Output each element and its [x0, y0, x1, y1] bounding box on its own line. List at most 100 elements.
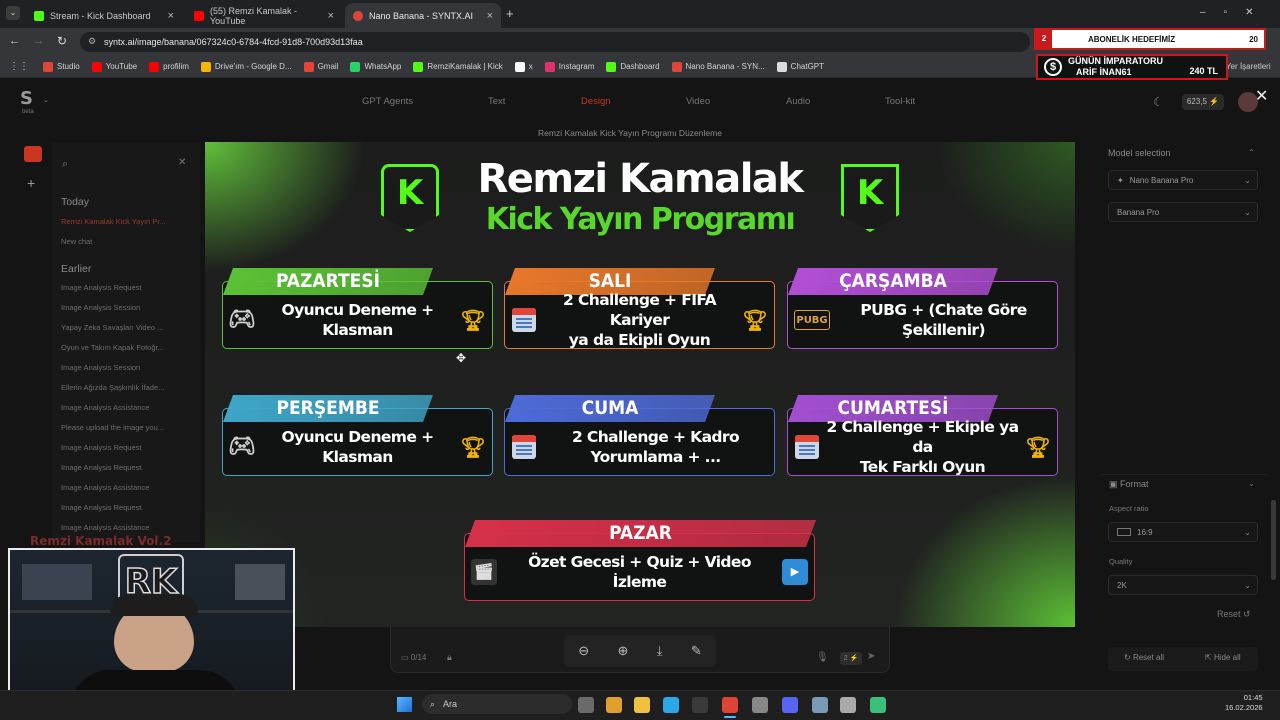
close-icon[interactable]: × [168, 10, 174, 22]
tab-title: Stream - Kick Dashboard [50, 10, 151, 21]
reload-icon[interactable]: ↻ [57, 34, 67, 48]
zoom-in-icon[interactable]: ⊕ [617, 643, 628, 659]
quality-select[interactable]: 2K ⌄ [1108, 575, 1258, 595]
reset-all-button[interactable]: ↻ Reset all [1124, 653, 1164, 662]
clock[interactable]: 01:45 16.02.2026 [1225, 693, 1263, 713]
store-icon[interactable] [692, 697, 708, 713]
history-item[interactable]: Image Analysis Request [61, 503, 141, 512]
edge-icon[interactable] [663, 697, 679, 713]
bookmark-item[interactable]: Instagram [544, 61, 594, 72]
theme-toggle-icon[interactable]: ☾ [1153, 95, 1164, 109]
history-item[interactable]: Image Analysis Assistance [61, 523, 149, 532]
bookmarks-folder[interactable]: Yer İşaretleri [1226, 62, 1271, 71]
notepad-icon[interactable] [870, 697, 886, 713]
mic-icon[interactable]: 🎙︎ [816, 652, 829, 663]
bookmark-item[interactable]: x [514, 61, 533, 72]
chevron-up-icon[interactable]: ⌃ [1248, 148, 1255, 157]
history-item[interactable]: Image Analysis Assistance [61, 483, 149, 492]
bookmark-item[interactable]: Drive'ım - Google D... [200, 61, 292, 72]
add-icon[interactable]: + [27, 175, 35, 191]
nav-item[interactable]: Video [686, 96, 710, 107]
edit-icon[interactable]: ✎ [691, 643, 702, 659]
syntx-logo[interactable]: S [20, 88, 40, 109]
history-item[interactable]: New chat [61, 237, 92, 246]
history-item[interactable]: Image Analysis Request [61, 463, 141, 472]
close-icon[interactable]: ✕ [1255, 86, 1268, 106]
tab-youtube[interactable]: (55) Remzi Kamalak - YouTube × [186, 3, 342, 28]
reset-button[interactable]: Reset ↺ [1217, 609, 1251, 620]
close-icon[interactable]: ✕ [178, 157, 186, 168]
nav-item[interactable]: Audio [786, 96, 810, 107]
bookmark-item[interactable]: ChatGPT [776, 61, 824, 72]
tab-list-button[interactable]: ⌄ [6, 6, 20, 20]
media-player-icon[interactable] [840, 697, 856, 713]
hide-all-button[interactable]: ⇱ Hide all [1205, 653, 1241, 662]
chevron-down-icon[interactable]: ⌄ [1248, 479, 1255, 488]
taskbar-search[interactable]: ⌕ Ara [422, 694, 572, 714]
window-controls[interactable]: –▫✕ [1200, 7, 1272, 18]
chevron-down-icon[interactable]: ⌄ [43, 96, 49, 104]
day-program: 2 Challenge + Kadro Yorumlama + ... [571, 428, 740, 466]
model-value: Nano Banana Pro [1129, 175, 1194, 185]
nav-item[interactable]: Design [581, 96, 611, 107]
windows-start-icon[interactable] [397, 697, 412, 712]
history-item-active[interactable]: Remzi Kamalak Kick Yayın Pr... [61, 217, 166, 226]
aspect-ratio-select[interactable]: 16:9 ⌄ [1108, 522, 1258, 542]
model-variant-select[interactable]: Banana Pro ⌄ [1108, 202, 1258, 222]
history-item[interactable]: Yapay Zeka Savaşları Video ... [61, 323, 163, 332]
history-item[interactable]: Oyun ve Takım Kapak Fotoğr... [61, 343, 164, 352]
model-variant-value: Banana Pro [1117, 207, 1160, 217]
lock-icon[interactable]: 🔒︎ [447, 652, 452, 663]
app-icon[interactable] [812, 697, 828, 713]
discord-icon[interactable] [782, 697, 798, 713]
zoom-out-icon[interactable]: ⊖ [578, 643, 589, 659]
attach-counter[interactable]: ▭ 0/14 [401, 653, 426, 662]
search-icon[interactable]: ⌕ [62, 158, 68, 171]
model-select[interactable]: ✦ Nano Banana Pro ⌄ [1108, 170, 1258, 190]
tab-kick-dashboard[interactable]: Stream - Kick Dashboard × [26, 3, 182, 28]
tab-nano-banana[interactable]: Nano Banana - SYNTX.AI × [345, 3, 501, 28]
generated-image[interactable]: K K Remzi Kamalak Kick Yayın Programı PA… [205, 142, 1075, 627]
close-icon[interactable]: × [487, 10, 493, 22]
chrome-icon[interactable] [722, 697, 738, 713]
chat-icon[interactable] [24, 146, 42, 162]
history-item[interactable]: Please upload the image you... [61, 423, 164, 432]
history-item[interactable]: Ellerin Ağızda Şaşkınlık İfade... [61, 383, 164, 392]
history-item[interactable]: Image Analysis Session [61, 363, 140, 372]
bookmark-item[interactable]: YouTube [91, 61, 137, 72]
task-view-icon[interactable] [578, 697, 594, 713]
bookmark-label: Nano Banana - SYN... [685, 62, 765, 71]
bookmark-item[interactable]: RemziKamalak | Kick [413, 61, 503, 72]
back-icon[interactable]: ← [9, 35, 20, 47]
forward-icon[interactable]: → [33, 35, 44, 47]
bookmark-item[interactable]: Dashboard [606, 61, 660, 72]
site-settings-icon[interactable]: ⚙ [88, 36, 96, 47]
download-icon[interactable]: ⤓ [657, 643, 663, 659]
nav-item[interactable]: GPT Agents [362, 96, 413, 107]
send-icon[interactable]: ➤ [867, 651, 875, 662]
widgets-icon[interactable] [606, 697, 622, 713]
file-explorer-icon[interactable] [634, 697, 650, 713]
address-bar[interactable]: ⚙ syntx.ai/image/banana/067324c0-6784-4f… [80, 32, 1030, 52]
bookmark-item[interactable]: profilim [149, 61, 189, 72]
aspect-ratio-label: Aspect ratio [1109, 504, 1149, 513]
nav-item[interactable]: Text [488, 96, 505, 107]
balance-badge[interactable]: 623,5 ⚡ [1182, 94, 1224, 110]
new-tab-button[interactable]: + [506, 6, 514, 21]
scrollbar[interactable] [1271, 500, 1276, 580]
history-item[interactable]: Image Analysis Request [61, 283, 141, 292]
apps-grid-icon[interactable]: ⋮⋮ [9, 61, 29, 72]
history-item[interactable]: Image Analysis Request [61, 443, 141, 452]
streamer-hair [110, 594, 198, 616]
history-item[interactable]: Image Analysis Session [61, 303, 140, 312]
steam-icon[interactable] [752, 697, 768, 713]
history-item[interactable]: Image Analysis Assistance [61, 403, 149, 412]
sparkle-icon: ✦ [1117, 175, 1124, 185]
close-icon[interactable]: × [328, 10, 334, 22]
bookmark-item[interactable]: WhatsApp [350, 61, 401, 72]
bookmark-item[interactable]: Nano Banana - SYN... [671, 61, 765, 72]
nav-item[interactable]: Tool-kit [885, 96, 915, 107]
bookmark-item[interactable]: Studio [43, 61, 80, 72]
bookmark-item[interactable]: Gmail [303, 61, 338, 72]
webcam-overlay: RK [8, 548, 295, 712]
